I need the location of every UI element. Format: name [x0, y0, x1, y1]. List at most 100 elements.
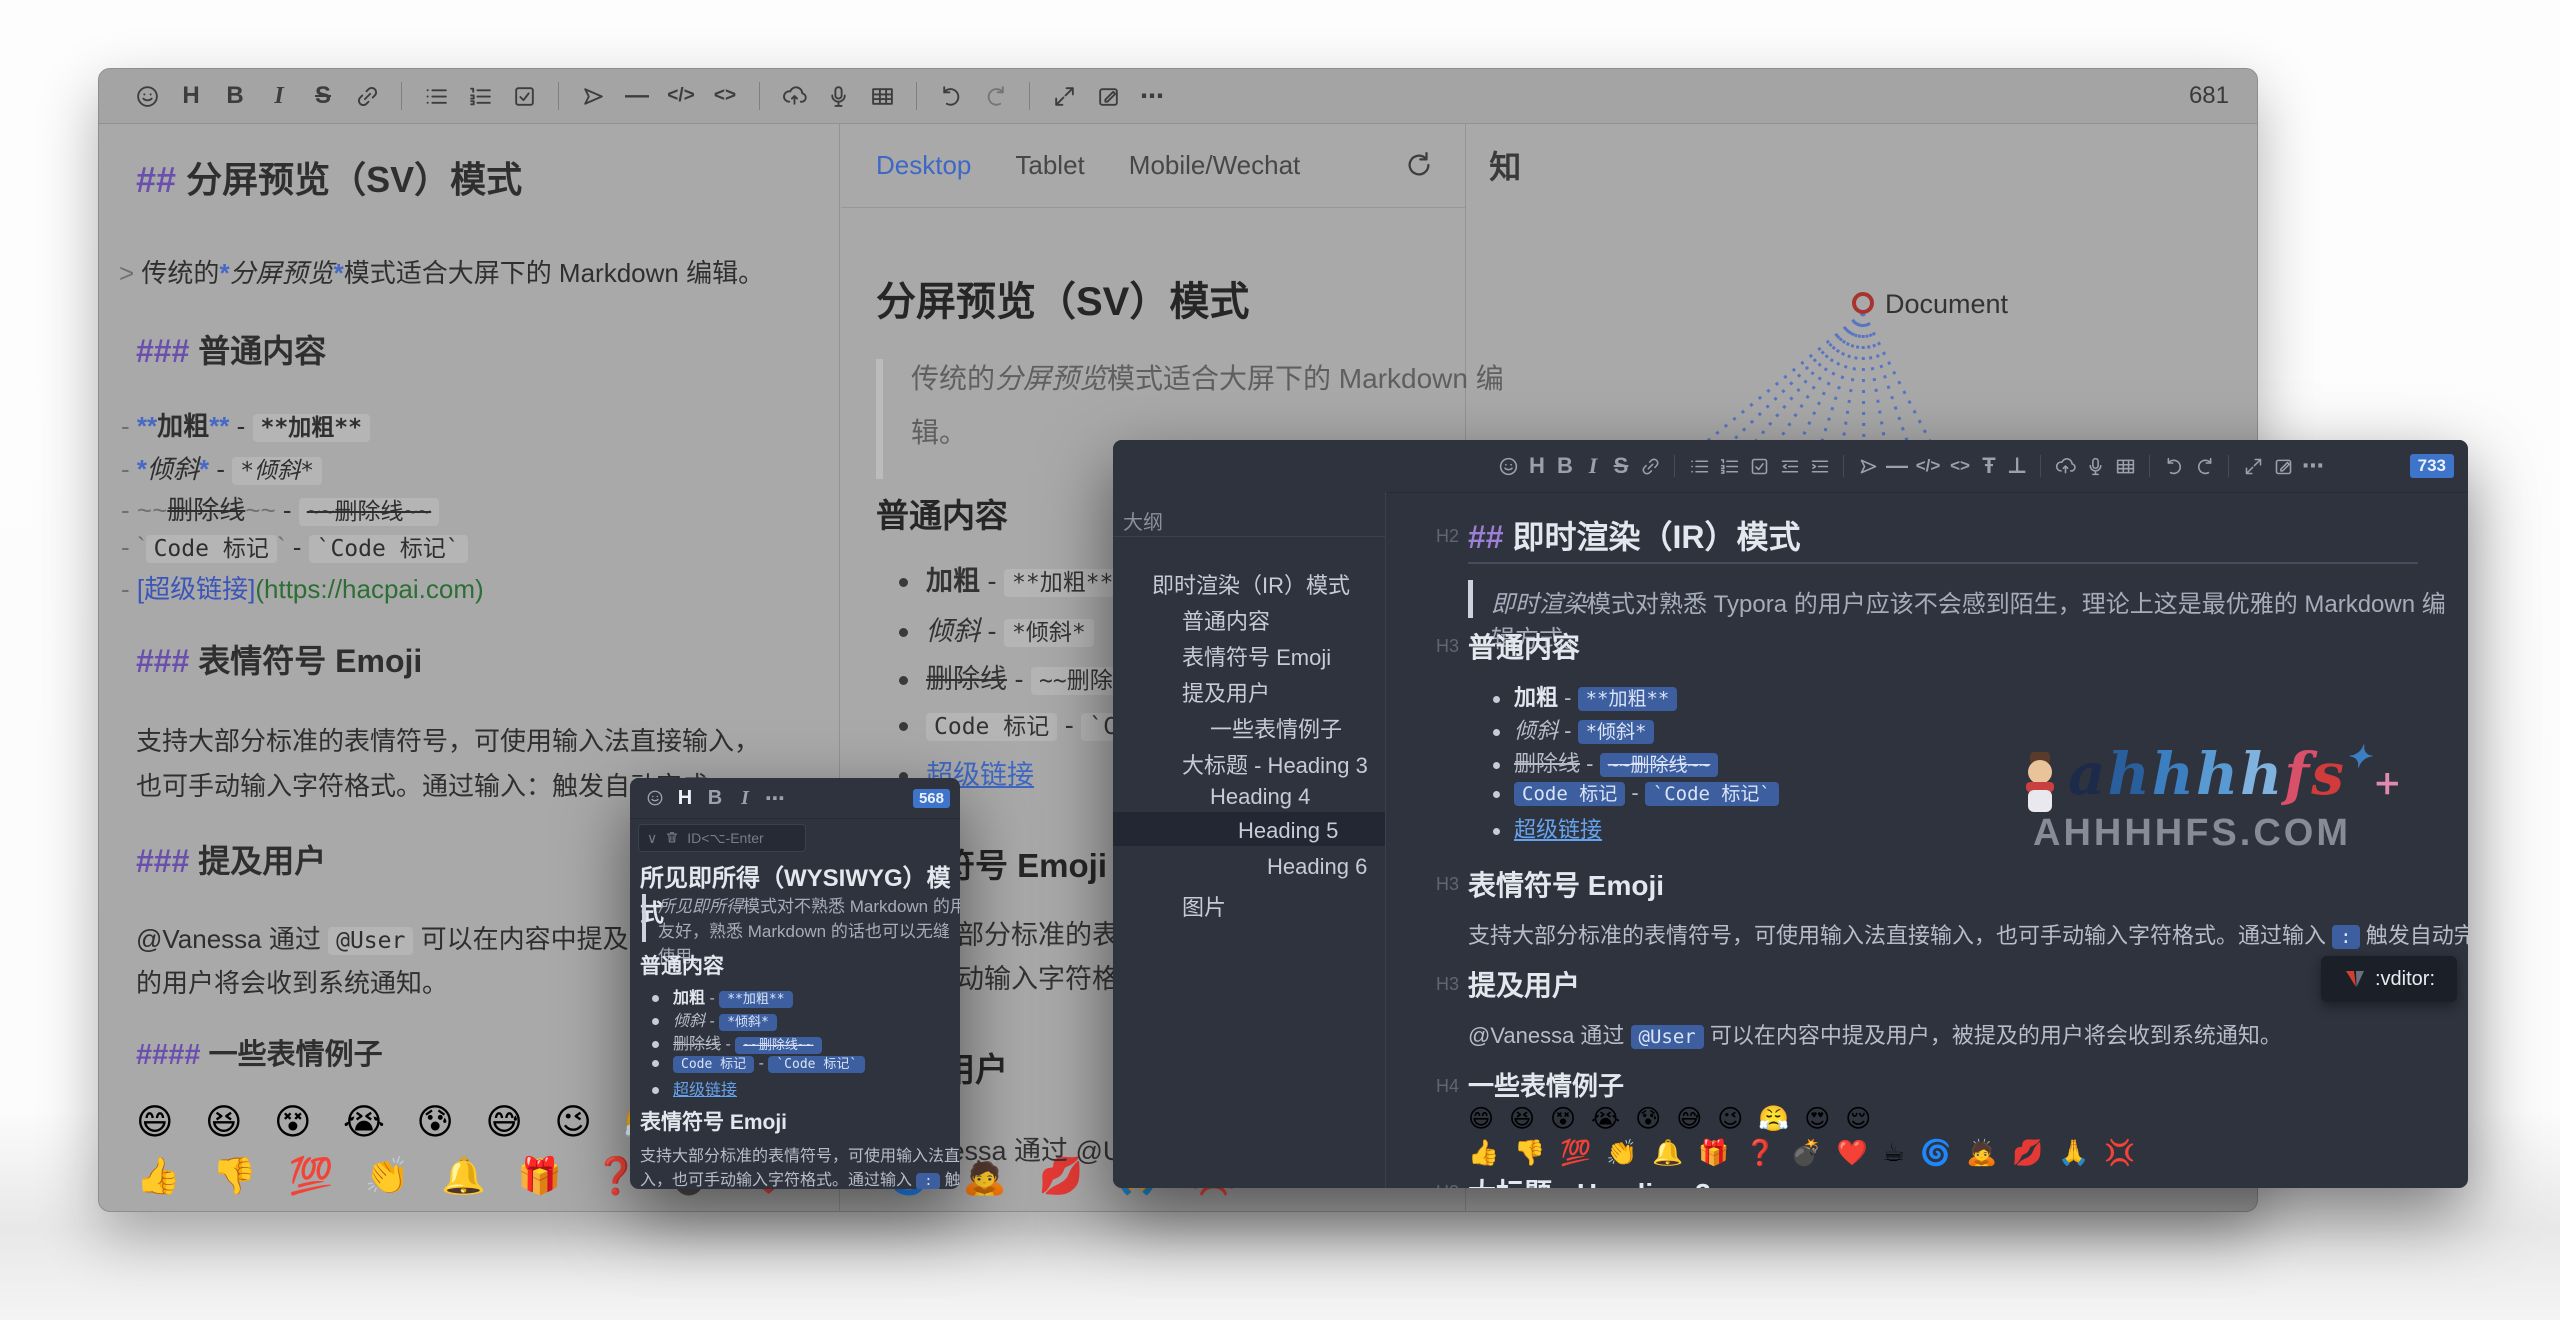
trash-icon[interactable] [665, 830, 679, 847]
ordered-list-icon[interactable] [1714, 456, 1744, 477]
table-icon[interactable] [2110, 456, 2140, 477]
list-icon[interactable] [421, 81, 451, 111]
ir-p1: 支持大部分标准的表情符号，可使用输入法直接输入，也可手动输入字符格式。通过输入 … [1468, 918, 2468, 950]
table-icon[interactable] [867, 81, 897, 111]
refresh-icon[interactable] [1404, 150, 1434, 180]
outline-item[interactable]: 表情符号 Emoji [1182, 640, 1331, 672]
outline-item[interactable]: 普通内容 [1182, 604, 1270, 636]
bold-icon[interactable]: B [1551, 453, 1579, 479]
outline-item[interactable]: Heading 4 [1210, 784, 1310, 810]
tree-root-node[interactable] [1854, 294, 1872, 312]
outline-item-active[interactable]: Heading 5 [1238, 818, 1338, 844]
quote-icon[interactable] [1853, 456, 1883, 477]
outline-item[interactable]: 一些表情例子 [1210, 712, 1342, 744]
wy-quote-bar [642, 894, 646, 942]
tab-tablet[interactable]: Tablet [1015, 150, 1084, 181]
src-p2b: 的用户将会收到系统通知。 [136, 963, 448, 1000]
ir-quote-bar [1468, 580, 1473, 618]
zhihu-icon[interactable]: 知 [1489, 142, 1521, 188]
src-blockquote: > 传统的*分屏预览*模式适合大屏下的 Markdown 编辑。 [119, 253, 764, 290]
quote-icon[interactable] [578, 81, 608, 111]
code-icon[interactable]: </> [666, 81, 696, 111]
bold-icon[interactable]: B [220, 81, 250, 111]
redo-icon[interactable] [2189, 456, 2219, 477]
headings-icon[interactable]: H [176, 81, 206, 111]
pv-h3-common: 普通内容 [876, 489, 1008, 537]
insert-after-icon[interactable]: ⊥ [2003, 453, 2031, 479]
upload-icon[interactable] [779, 81, 809, 111]
more-icon[interactable]: ⋯ [1137, 81, 1167, 111]
gutter-h3: H3 [1413, 874, 1459, 895]
inline-code-icon[interactable]: <> [710, 81, 740, 111]
more-icon[interactable]: ⋯ [2298, 453, 2328, 479]
src-li-strike: - ~~删除线~~ - ~~删除线~~ [121, 490, 439, 527]
headings-icon[interactable]: H [670, 787, 700, 810]
outline-item[interactable]: Heading 6 [1267, 854, 1367, 880]
headings-icon[interactable]: H [1523, 453, 1551, 479]
gutter-h4: H4 [1413, 1076, 1459, 1097]
italic-icon[interactable]: I [730, 787, 760, 810]
emoji-icon[interactable] [1493, 456, 1523, 477]
outline-item[interactable]: 大标题 - Heading 3 [1182, 748, 1368, 780]
wy-li-italic: 倾斜 - *倾斜* [652, 1007, 777, 1031]
emoji-icon[interactable] [132, 81, 162, 111]
tab-mobile-wechat[interactable]: Mobile/Wechat [1129, 150, 1301, 181]
src-h3-mention: ### 提及用户 [136, 836, 326, 882]
link-icon[interactable] [352, 81, 382, 111]
italic-icon[interactable]: I [264, 81, 294, 111]
line-icon[interactable]: — [1883, 453, 1911, 479]
ir-h2: ## 即时渲染（IR）模式 [1468, 512, 1801, 558]
watermark-domain: AHHHHFS.COM [2033, 812, 2351, 855]
wy-p1b: 入，也可手动输入字符格式。通过输入 : 触发自动完 [640, 1166, 960, 1189]
list-icon[interactable] [1684, 456, 1714, 477]
outdent-icon[interactable] [1774, 456, 1804, 477]
char-counter: 681 [2189, 82, 2229, 110]
upload-icon[interactable] [2050, 456, 2080, 477]
outline-item[interactable]: 图片 [1182, 890, 1226, 922]
fullscreen-icon[interactable] [1049, 81, 1079, 111]
strike-icon[interactable]: S [308, 81, 338, 111]
italic-icon[interactable]: I [1579, 453, 1607, 479]
edit-mode-icon[interactable] [2268, 456, 2298, 477]
gutter-h2: H2 [1413, 526, 1459, 547]
more-icon[interactable]: ⋯ [760, 786, 790, 811]
ir-quote: 即时渲染模式对熟悉 Typora 的用户应该不会感到陌生，理论上这是最优雅的 M… [1491, 584, 2468, 654]
undo-icon[interactable] [936, 81, 966, 111]
bold-icon[interactable]: B [700, 787, 730, 810]
indent-icon[interactable] [1804, 456, 1834, 477]
src-p2a: @Vanessa 通过 @User 可以在内容中提及 [136, 919, 629, 956]
line-icon[interactable]: — [622, 81, 652, 111]
chevron-down-icon[interactable]: ∨ [647, 830, 657, 847]
record-icon[interactable] [2080, 456, 2110, 477]
emoji-icon[interactable] [640, 789, 670, 807]
ir-li-italic: 倾斜 - *倾斜* [1493, 713, 1654, 745]
ir-h3-emoji: 表情符号 Emoji [1468, 864, 1664, 904]
ir-emoji-row-1: 😄 😆 😵 😭 😰 😅 😉 😤 😍 😌 [1468, 1104, 1875, 1134]
ordered-list-icon[interactable] [465, 81, 495, 111]
fullscreen-icon[interactable] [2238, 456, 2268, 477]
wy-p1a: 支持大部分标准的表情符号，可使用输入法直接输 [640, 1142, 960, 1166]
redo-icon[interactable] [980, 81, 1010, 111]
wysiwyg-window: H B I ⋯ 568 ∨ ID<⌥-Enter 所见即所得（WYSIWYG）模… [630, 778, 960, 1189]
tab-desktop[interactable]: Desktop [876, 150, 971, 181]
link-icon[interactable] [1635, 456, 1665, 477]
code-icon[interactable]: </> [1911, 456, 1945, 476]
char-counter-badge: 733 [2410, 454, 2454, 478]
check-icon[interactable] [509, 81, 539, 111]
src-p1a: 支持大部分标准的表情符号，可使用输入法直接输入， [136, 721, 760, 758]
edit-mode-icon[interactable] [1093, 81, 1123, 111]
undo-icon[interactable] [2159, 456, 2189, 477]
vditor-autocomplete-tooltip[interactable]: :vditor: [2321, 956, 2457, 1002]
outline-item[interactable]: 即时渲染（IR）模式 [1152, 568, 1350, 600]
wy-quote-1: 所见即所得模式对不熟悉 Markdown 的用户较为 [658, 892, 960, 917]
ir-h3-common: 普通内容 [1468, 626, 1580, 666]
pv-h2: 分屏预览（SV）模式 [876, 269, 1249, 327]
check-icon[interactable] [1744, 456, 1774, 477]
inline-code-icon[interactable]: <> [1945, 456, 1975, 476]
record-icon[interactable] [823, 81, 853, 111]
heading-popup-bar: ∨ ID<⌥-Enter [638, 824, 806, 852]
watermark-mascot [2018, 750, 2062, 816]
strike-icon[interactable]: S [1607, 453, 1635, 479]
outline-item[interactable]: 提及用户 [1182, 676, 1270, 708]
insert-before-icon[interactable]: Ŧ [1975, 453, 2003, 479]
